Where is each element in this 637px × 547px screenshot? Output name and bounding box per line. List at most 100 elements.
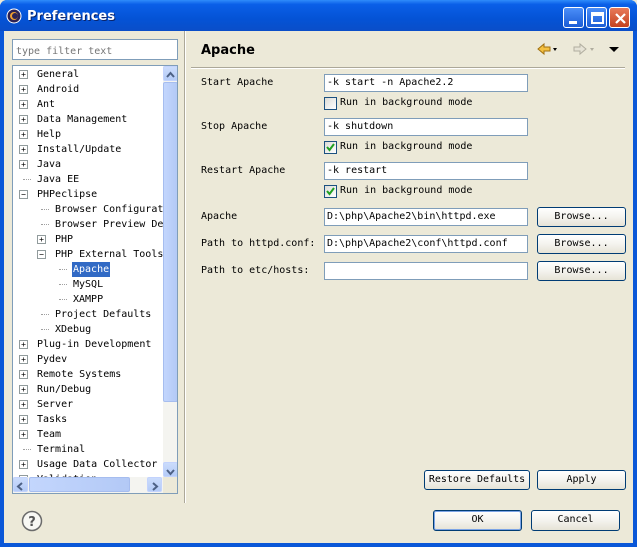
checkbox-icon[interactable] [324, 185, 337, 198]
tree-item[interactable]: XAMPP [13, 292, 163, 307]
expand-icon[interactable]: + [19, 160, 28, 169]
expand-icon[interactable]: + [19, 115, 28, 124]
tree-item[interactable]: + Tasks [13, 412, 163, 427]
tree-item-label: Ant [37, 99, 56, 110]
svg-text:?: ? [28, 515, 36, 530]
expand-icon[interactable]: + [19, 400, 28, 409]
apply-button[interactable]: Apply [537, 470, 626, 490]
tree-item[interactable]: + PHP [13, 232, 163, 247]
expand-icon[interactable]: + [19, 340, 28, 349]
sash-divider[interactable] [184, 31, 186, 503]
view-menu-icon[interactable] [607, 41, 621, 60]
tree-item[interactable]: + Android [13, 82, 163, 97]
browse-httpd-button[interactable]: Browse... [537, 234, 626, 254]
scroll-right-arrow[interactable] [147, 477, 162, 492]
tree-item[interactable]: − PHPeclipse [13, 187, 163, 202]
expand-icon[interactable]: + [37, 235, 46, 244]
start-apache-field[interactable]: -k start -n Apache2.2 [324, 74, 528, 92]
httpd-conf-field[interactable]: D:\php\Apache2\conf\httpd.conf [324, 235, 528, 253]
scroll-thumb[interactable] [163, 82, 177, 402]
tree-item-label: Help [37, 129, 62, 140]
start-apache-label: Start Apache [201, 77, 274, 88]
scroll-corner [163, 477, 177, 493]
tree-item[interactable]: − PHP External Tools [13, 247, 163, 262]
ok-button[interactable]: OK [433, 510, 522, 531]
forward-icon[interactable] [572, 41, 596, 60]
restore-defaults-button[interactable]: Restore Defaults [424, 470, 530, 490]
tree-connector [59, 284, 67, 285]
tree-items: + General + Android + Ant + Data Management + Hel… [13, 66, 163, 477]
window-title: Preferences [27, 9, 115, 24]
restart-apache-label: Restart Apache [201, 165, 286, 176]
cancel-button[interactable]: Cancel [531, 510, 620, 531]
horizontal-scroll-thumb[interactable] [29, 477, 130, 492]
expand-icon[interactable]: + [19, 145, 28, 154]
tree-item[interactable]: Terminal [13, 442, 163, 457]
stop-apache-label: Stop Apache [201, 121, 268, 132]
checkbox-label: Run in background mode [340, 97, 473, 108]
tree-item[interactable]: + Run/Debug [13, 382, 163, 397]
expand-icon[interactable]: + [19, 130, 28, 139]
tree-item[interactable]: + Install/Update [13, 142, 163, 157]
tree-item[interactable]: + Server [13, 397, 163, 412]
tree-item[interactable]: Java EE [13, 172, 163, 187]
tree-item[interactable]: Browser Configurati [13, 202, 163, 217]
expand-icon[interactable]: + [19, 385, 28, 394]
scroll-up-arrow[interactable] [163, 66, 177, 81]
tree-vertical-scrollbar[interactable] [163, 66, 177, 477]
back-icon[interactable] [536, 41, 558, 60]
minimize-button[interactable] [563, 7, 584, 28]
tree-item[interactable]: Project Defaults [13, 307, 163, 322]
scroll-left-arrow[interactable] [13, 477, 28, 492]
tree-item-label: Java [37, 159, 62, 170]
expand-icon[interactable]: + [19, 100, 28, 109]
tree-item[interactable]: + Java [13, 157, 163, 172]
tree-item[interactable]: + Remote Systems [13, 367, 163, 382]
help-icon[interactable]: ? [21, 510, 43, 532]
apache-path-field[interactable]: D:\php\Apache2\bin\httpd.exe [324, 208, 528, 226]
maximize-button[interactable] [586, 7, 607, 28]
hosts-path-field[interactable] [324, 262, 528, 280]
tree-item[interactable]: + Help [13, 127, 163, 142]
tree-connector [23, 449, 31, 450]
browse-hosts-button[interactable]: Browse... [537, 261, 626, 281]
close-button[interactable] [609, 7, 630, 28]
tree-item[interactable]: + Pydev [13, 352, 163, 367]
expand-icon[interactable]: + [19, 70, 28, 79]
expand-icon[interactable]: + [19, 415, 28, 424]
tree-item[interactable]: + Plug-in Development [13, 337, 163, 352]
tree-item[interactable]: MySQL [13, 277, 163, 292]
checkbox-icon[interactable] [324, 141, 337, 154]
collapse-icon[interactable]: − [37, 250, 46, 259]
tree-connector [23, 179, 31, 180]
title-bar[interactable]: Preferences [0, 0, 637, 31]
tree-item[interactable]: Browser Preview De [13, 217, 163, 232]
tree-item[interactable]: + Data Management [13, 112, 163, 127]
tree-item-label: Apache [72, 262, 111, 277]
tree-horizontal-scrollbar[interactable] [13, 477, 163, 493]
expand-icon[interactable]: + [19, 430, 28, 439]
stop-apache-field[interactable]: -k shutdown [324, 118, 528, 136]
checkbox-label: Run in background mode [340, 141, 473, 152]
header-separator [191, 67, 625, 69]
browse-apache-button[interactable]: Browse... [537, 207, 626, 227]
tree-item[interactable]: Apache [13, 262, 163, 277]
expand-icon[interactable]: + [19, 460, 28, 469]
tree-item-label: Project Defaults [55, 309, 152, 320]
expand-icon[interactable]: + [19, 355, 28, 364]
scroll-down-arrow[interactable] [163, 462, 177, 477]
tree-item-label: Team [37, 429, 62, 440]
tree-item[interactable]: + Ant [13, 97, 163, 112]
collapse-icon[interactable]: − [19, 190, 28, 199]
tree-item[interactable]: + General [13, 67, 163, 82]
filter-input[interactable] [12, 39, 178, 60]
expand-icon[interactable]: + [19, 370, 28, 379]
tree-item-label: Pydev [37, 354, 68, 365]
restart-apache-field[interactable]: -k restart [324, 162, 528, 180]
expand-icon[interactable]: + [19, 85, 28, 94]
checkbox-icon[interactable] [324, 97, 337, 110]
tree-item-label: XAMPP [73, 294, 104, 305]
tree-item[interactable]: + Usage Data Collector [13, 457, 163, 472]
tree-item[interactable]: + Team [13, 427, 163, 442]
tree-item[interactable]: XDebug [13, 322, 163, 337]
